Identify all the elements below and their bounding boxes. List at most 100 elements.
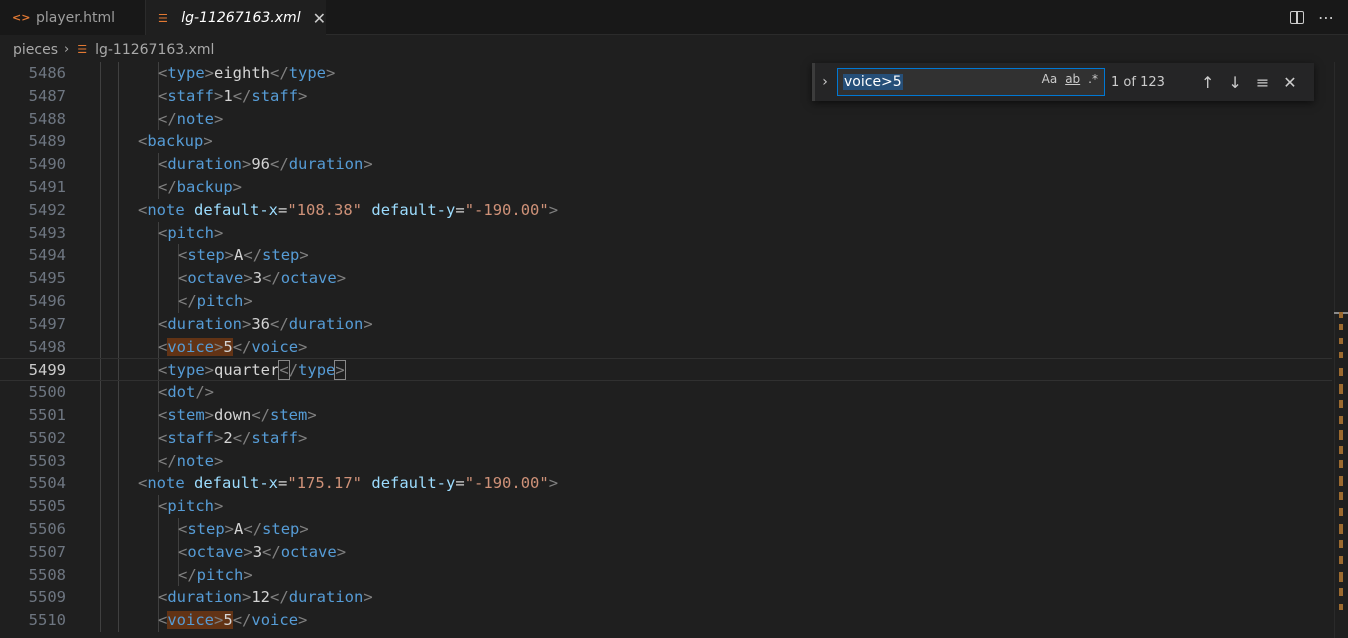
find-input[interactable]: voice>5 Aa ab .*: [837, 68, 1105, 96]
split-editor-icon[interactable]: [1290, 11, 1304, 24]
code-token: >: [242, 155, 252, 174]
indent-guide: [100, 404, 101, 427]
indent-guide: [118, 153, 119, 176]
code-line[interactable]: 5496 </pitch>: [0, 290, 1332, 313]
code-line[interactable]: 5490 <duration>96</duration>: [0, 153, 1332, 176]
code-token: <: [158, 64, 168, 82]
code-text: <stem>down</stem>: [158, 404, 317, 427]
code-token: <: [158, 337, 168, 356]
line-number: 5505: [28, 497, 66, 516]
match-marker: [1339, 446, 1343, 454]
code-line[interactable]: 5501 <stem>down</stem>: [0, 404, 1332, 427]
code-token: default-y: [371, 474, 456, 493]
code-token: </: [243, 246, 263, 265]
code-line[interactable]: 5506 <step>A</step>: [0, 518, 1332, 541]
code-line[interactable]: 5491 </backup>: [0, 176, 1332, 199]
code-line[interactable]: 5503 </note>: [0, 449, 1332, 473]
code-line[interactable]: 5498 <voice>5</voice>: [0, 335, 1332, 359]
indent-guide: [118, 359, 119, 381]
indent-guide: [118, 244, 119, 268]
line-number: 5493: [28, 223, 66, 242]
editor-window: <> player.html ☰ lg-11267163.xml ✕ ⋯ pie…: [0, 0, 1348, 638]
arrow-up-icon[interactable]: ↑: [1201, 73, 1214, 92]
match-whole-word-icon[interactable]: ab: [1065, 72, 1080, 86]
code-text: <step>A</step>: [178, 244, 309, 267]
code-text: </note>: [158, 108, 223, 131]
code-line[interactable]: 5493 <pitch>: [0, 221, 1332, 245]
code-token: <: [158, 383, 168, 402]
indent-guide: [118, 267, 119, 290]
breadcrumb-folder[interactable]: pieces: [13, 42, 58, 58]
code-token: >: [214, 86, 224, 105]
indent-guide: [118, 609, 119, 632]
indent-guide: [100, 381, 101, 404]
arrow-down-icon[interactable]: ↓: [1228, 73, 1241, 92]
code-line[interactable]: 5507 <octave>3</octave>: [0, 540, 1332, 564]
code-line[interactable]: 5497 <duration>36</duration>: [0, 312, 1332, 336]
indent-guide: [100, 130, 101, 154]
indent-guide: [118, 107, 119, 131]
close-icon[interactable]: ✕: [313, 9, 326, 28]
code-line[interactable]: 5510 <voice>5</voice>: [0, 609, 1332, 632]
code-token: down: [214, 406, 252, 424]
match-marker: [1339, 588, 1343, 596]
tab-label: lg-11267163.xml: [181, 10, 301, 26]
code-token: =: [278, 474, 288, 493]
tab-lg-xml[interactable]: ☰ lg-11267163.xml ✕: [146, 0, 326, 36]
code-line[interactable]: 5504 <note default-x="175.17" default-y="…: [0, 472, 1332, 496]
code-line[interactable]: 5500 <dot/>: [0, 381, 1332, 404]
find-in-selection-icon[interactable]: ≡: [1256, 73, 1269, 92]
code-token: >: [298, 86, 308, 105]
more-actions-icon[interactable]: ⋯: [1318, 8, 1334, 27]
tab-player-html[interactable]: <> player.html: [0, 0, 146, 35]
code-token: A: [234, 520, 244, 538]
rss-file-icon: ☰: [158, 11, 168, 25]
code-line[interactable]: 5489 <backup>: [0, 130, 1332, 154]
code-line[interactable]: 5508 </pitch>: [0, 563, 1332, 587]
code-line[interactable]: 5499 <type>quarter</type>: [0, 358, 1332, 382]
code-line[interactable]: 5495 <octave>3</octave>: [0, 267, 1332, 290]
breadcrumb-file[interactable]: lg-11267163.xml: [95, 42, 214, 58]
code-token: note: [176, 451, 214, 470]
code-line[interactable]: 5509 <duration>12</duration>: [0, 586, 1332, 610]
indent-guide: [118, 290, 119, 313]
code-token: >: [214, 337, 224, 356]
code-line[interactable]: 5494 <step>A</step>: [0, 244, 1332, 268]
indent-guide: [100, 540, 101, 564]
code-token: type: [288, 64, 327, 82]
code-line[interactable]: 5502 <staff>2</staff>: [0, 426, 1332, 450]
code-token: <: [158, 86, 168, 105]
code-token: >: [299, 246, 309, 265]
code-line[interactable]: 5488 </note>: [0, 107, 1332, 131]
code-token: A: [234, 246, 244, 265]
code-token: staff: [167, 428, 215, 447]
code-token: </: [270, 314, 289, 333]
code-text: <octave>3</octave>: [178, 541, 346, 564]
line-number: 5494: [28, 246, 66, 265]
code-line[interactable]: 5492 <note default-x="108.38" default-y="…: [0, 198, 1332, 222]
code-token: >: [242, 588, 252, 607]
code-text: <pitch>: [158, 222, 223, 245]
code-token: >: [204, 361, 215, 380]
code-editor[interactable]: 5486 <type>eighth</type> 5487 <staff>1</sta…: [0, 62, 1348, 638]
code-token: type: [167, 64, 205, 82]
code-text: <note default-x="108.38" default-y="-190…: [138, 199, 558, 222]
horizontal-scrollbar[interactable]: [0, 632, 1334, 638]
close-icon[interactable]: ✕: [1283, 73, 1296, 92]
match-case-icon[interactable]: Aa: [1042, 72, 1058, 86]
code-token: </: [262, 269, 281, 288]
code-token: <: [158, 611, 168, 630]
indent-guide: [118, 176, 119, 199]
line-number: 5486: [28, 64, 66, 82]
code-token: >: [307, 406, 317, 424]
code-token: <: [158, 314, 168, 333]
line-number: 5489: [28, 132, 66, 151]
chevron-right-icon[interactable]: ›: [815, 74, 835, 90]
vertical-scrollbar[interactable]: [1334, 62, 1348, 638]
code-line[interactable]: 5505 <pitch>: [0, 495, 1332, 518]
code-token: >: [214, 109, 224, 128]
code-token: step: [262, 246, 300, 265]
regex-icon[interactable]: .*: [1088, 72, 1098, 86]
find-query[interactable]: voice>5: [843, 74, 903, 90]
